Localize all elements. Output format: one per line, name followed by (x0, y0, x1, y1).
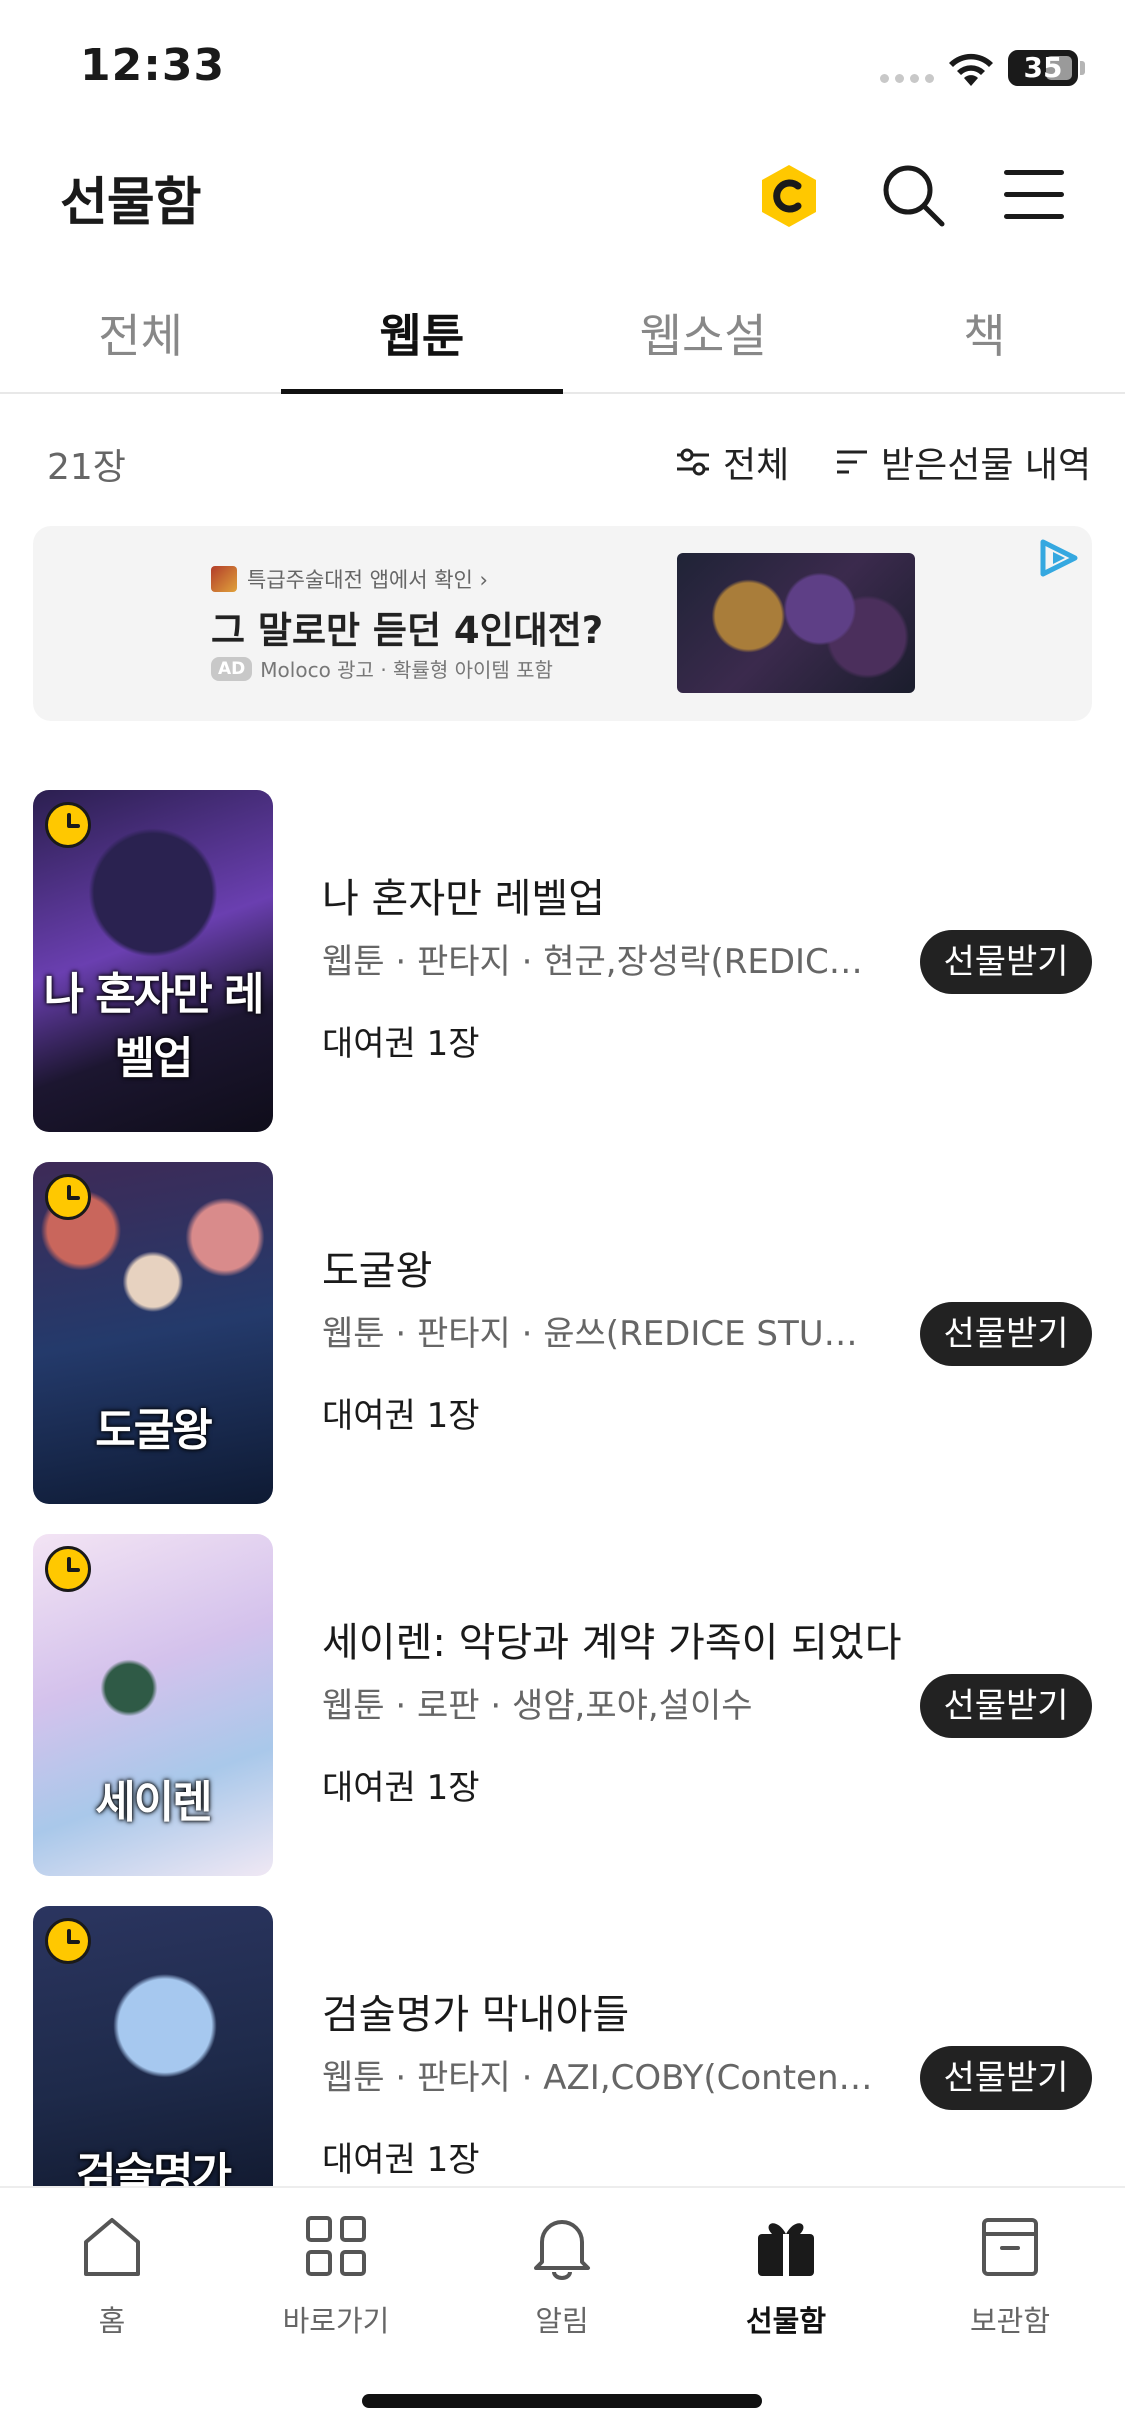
status-bar: 12:33 35 (0, 0, 1125, 135)
nav-item-giftbox[interactable]: 선물함 (706, 2212, 866, 2340)
cover-image[interactable]: 세이렌 (33, 1534, 273, 1876)
history-label: 받은선물 내역 (881, 445, 1092, 486)
home-indicator[interactable] (362, 2394, 762, 2408)
item-title[interactable]: 세이렌: 악당과 계약 가족이 되었다 (322, 1610, 902, 1668)
nav-item-home[interactable]: 홈 (32, 2212, 192, 2340)
app-header: 선물함 (0, 140, 1125, 250)
cover-title: 도굴왕 (95, 1405, 212, 1456)
tab-webtoon[interactable]: 웹툰 (281, 280, 563, 394)
tab-all[interactable]: 전체 (0, 280, 281, 392)
page-title: 선물함 (60, 173, 202, 233)
clock-icon (45, 1546, 91, 1592)
battery-tip (1080, 61, 1085, 75)
list-item[interactable]: 도굴왕 도굴왕 웹툰 · 판타지 · 윤쓰(REDICE STUDIO) 대여권… (0, 1162, 1125, 1504)
nav-label-library: 보관함 (969, 2304, 1051, 2338)
receive-gift-button[interactable]: 선물받기 (920, 1674, 1092, 1738)
filter-sliders-icon (677, 448, 709, 476)
nav-label-giftbox: 선물함 (745, 2304, 827, 2338)
ad-banner[interactable]: 특급주술대전 앱에서 확인 › 그 말로만 듣던 4인대전? AD Moloco… (33, 526, 1092, 721)
cash-coin-icon[interactable] (756, 163, 822, 229)
cover-title: 세이렌 (95, 1777, 212, 1828)
filter-button[interactable]: 전체 (675, 436, 789, 488)
wifi-icon (949, 53, 993, 86)
bell-icon (534, 2220, 590, 2280)
clock-icon (45, 802, 91, 848)
ad-headline[interactable]: 그 말로만 듣던 4인대전? (211, 600, 603, 654)
list-item[interactable]: 세이렌 세이렌: 악당과 계약 가족이 되었다 웹툰 · 로판 · 생얌,포야,… (0, 1534, 1125, 1876)
clock-icon (45, 1918, 91, 1964)
item-ticket: 대여권 1장 (322, 1768, 480, 1808)
nav-item-shortcuts[interactable]: 바로가기 (256, 2212, 416, 2340)
cover-image[interactable]: 도굴왕 (33, 1162, 273, 1504)
ad-app-icon (211, 566, 237, 592)
gift-icon (758, 2223, 814, 2276)
tab-webnovel[interactable]: 웹소설 (563, 280, 844, 392)
sort-list-icon (837, 450, 867, 474)
filter-label: 전체 (723, 445, 790, 486)
category-tabs: 전체 웹툰 웹소설 책 (0, 280, 1125, 394)
cover-title: 나 혼자만 레벨업 (43, 969, 264, 1084)
item-ticket: 대여권 1장 (322, 1396, 480, 1436)
list-item[interactable]: 나 혼자만 레벨업 나 혼자만 레벨업 웹툰 · 판타지 · 현군,장성락(RE… (0, 790, 1125, 1132)
filter-row: 21장 전체 받은선물 내역 (0, 430, 1125, 490)
item-meta: 웹툰 · 로판 · 생얌,포야,설이수 (322, 1686, 753, 1726)
item-meta: 웹툰 · 판타지 · 현군,장성락(REDICE STUDIO) (322, 942, 882, 982)
item-ticket: 대여권 1장 (322, 2140, 480, 2180)
item-meta: 웹툰 · 판타지 · 윤쓰(REDICE STUDIO) (322, 1314, 882, 1354)
gift-count: 21장 (47, 447, 126, 488)
item-meta: 웹툰 · 판타지 · AZI,COBY(Contents) (322, 2058, 882, 2098)
ad-badge: AD (211, 656, 253, 681)
clock-icon (45, 1174, 91, 1220)
nav-label-shortcuts: 바로가기 (282, 2304, 390, 2338)
item-title[interactable]: 도굴왕 (322, 1238, 432, 1296)
status-time: 12:33 (80, 40, 226, 91)
item-ticket: 대여권 1장 (322, 1024, 480, 1064)
nav-item-library[interactable]: 보관함 (930, 2212, 1090, 2340)
receive-gift-button[interactable]: 선물받기 (920, 930, 1092, 994)
grid-icon (306, 2216, 366, 2276)
hamburger-menu-icon[interactable] (1004, 170, 1064, 222)
battery-icon: 35 (1008, 50, 1078, 86)
ad-source-text: 특급주술대전 앱에서 확인 › (247, 568, 488, 592)
nav-label-home: 홈 (98, 2304, 126, 2338)
receive-gift-button[interactable]: 선물받기 (920, 1302, 1092, 1366)
receive-gift-button[interactable]: 선물받기 (920, 2046, 1092, 2110)
nav-item-notifications[interactable]: 알림 (482, 2212, 642, 2340)
ad-source[interactable]: 특급주술대전 앱에서 확인 › (211, 564, 488, 594)
ad-image[interactable] (677, 553, 915, 693)
cellular-signal-icon (880, 74, 934, 83)
adchoices-icon[interactable] (1037, 536, 1081, 580)
item-title[interactable]: 나 혼자만 레벨업 (322, 866, 605, 924)
battery-level: 35 (1023, 51, 1063, 84)
home-icon (84, 2218, 140, 2276)
item-title[interactable]: 검술명가 막내아들 (322, 1982, 629, 2040)
archive-icon (982, 2218, 1038, 2276)
gift-history-button[interactable]: 받은선물 내역 (835, 436, 1091, 488)
ad-meta-text: Moloco 광고 · 확률형 아이템 포함 (260, 658, 553, 682)
tab-book[interactable]: 책 (844, 280, 1125, 392)
nav-label-notifications: 알림 (535, 2304, 589, 2338)
cover-image[interactable]: 나 혼자만 레벨업 (33, 790, 273, 1132)
search-icon[interactable] (880, 162, 946, 228)
ad-meta: AD Moloco 광고 · 확률형 아이템 포함 (211, 654, 553, 683)
